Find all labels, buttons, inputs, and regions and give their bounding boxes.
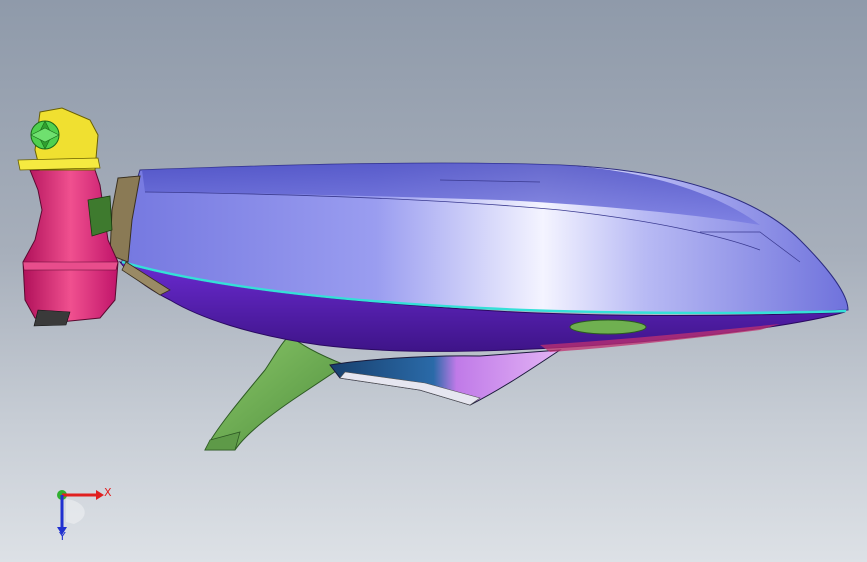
triad-shadow-icon <box>66 499 85 524</box>
hull-port-oval <box>569 319 647 335</box>
motor-head-plate <box>17 157 101 171</box>
motor-skeg <box>33 309 71 327</box>
cad-viewport[interactable]: X Y <box>0 0 867 562</box>
motor-housing <box>22 169 119 323</box>
x-axis-label: X <box>104 486 112 499</box>
y-axis-label: Y <box>59 530 66 543</box>
motor-housing-band <box>22 261 119 271</box>
boat-model-view[interactable] <box>0 0 867 562</box>
x-axis-arrowhead-icon <box>96 490 104 500</box>
keel-fin <box>204 334 347 451</box>
motor-mount <box>87 195 113 237</box>
